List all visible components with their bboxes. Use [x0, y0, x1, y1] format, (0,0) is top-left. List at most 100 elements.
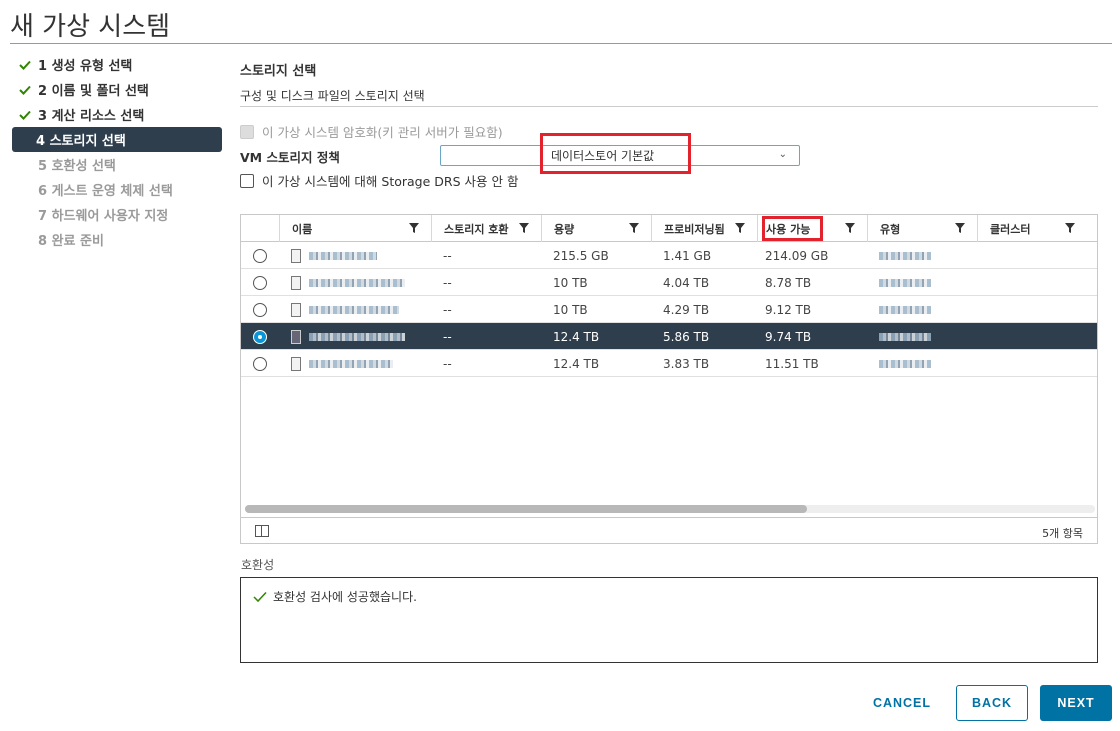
cell-compat: --	[443, 302, 452, 317]
cell-free: 11.51 TB	[765, 356, 819, 371]
compatibility-message: 호환성 검사에 성공했습니다.	[253, 588, 417, 605]
step-label: 3 계산 리소스 선택	[38, 109, 145, 124]
main-panel: 스토리지 선택 구성 및 디스크 파일의 스토리지 선택	[240, 52, 1098, 104]
table-row-selected[interactable]: -- 12.4 TB 5.86 TB 9.74 TB	[241, 323, 1097, 350]
datastore-grid: 이름 스토리지 호환 용량 프로비저닝됨 사용 가능 유형 클러스터 -- 21…	[240, 214, 1098, 544]
item-count: 5개 항목	[1042, 527, 1083, 540]
filter-icon[interactable]	[955, 223, 965, 233]
cell-provisioned: 4.04 TB	[663, 275, 710, 290]
compatibility-text: 호환성 검사에 성공했습니다.	[273, 590, 417, 604]
step-1[interactable]: 1 생성 유형 선택	[12, 52, 222, 77]
check-icon	[18, 58, 32, 72]
title-divider	[10, 43, 1112, 44]
datastore-icon	[291, 302, 301, 317]
cell-capacity: 12.4 TB	[553, 356, 600, 371]
drs-option[interactable]: 이 가상 시스템에 대해 Storage DRS 사용 안 함	[240, 171, 518, 190]
filter-icon[interactable]	[519, 223, 529, 233]
redacted-name	[309, 305, 399, 314]
datastore-icon	[291, 275, 301, 290]
row-radio[interactable]	[253, 275, 267, 290]
section-title: 스토리지 선택	[240, 64, 317, 79]
redacted-type	[879, 251, 931, 260]
row-radio[interactable]	[253, 302, 267, 317]
cell-compat: --	[443, 329, 452, 344]
cell-provisioned: 1.41 GB	[663, 248, 712, 263]
next-button[interactable]: NEXT	[1040, 685, 1112, 721]
encrypt-checkbox	[240, 124, 254, 139]
step-2[interactable]: 2 이름 및 폴더 선택	[12, 77, 222, 102]
policy-label: VM 스토리지 정책	[240, 150, 340, 165]
cell-free: 214.09 GB	[765, 248, 829, 263]
column-provisioned[interactable]: 프로비저닝됨	[651, 215, 757, 242]
redacted-type	[879, 305, 931, 314]
column-type[interactable]: 유형	[867, 215, 977, 242]
cell-capacity: 12.4 TB	[553, 329, 600, 344]
step-label: 7 하드웨어 사용자 지정	[38, 209, 169, 224]
chevron-down-icon: ⌄	[778, 149, 787, 160]
cell-capacity: 10 TB	[553, 275, 588, 290]
cell-compat: --	[443, 275, 452, 290]
cell-capacity: 10 TB	[553, 302, 588, 317]
datastore-icon	[291, 329, 301, 344]
step-label: 5 호환성 선택	[38, 159, 116, 174]
table-row[interactable]: -- 215.5 GB 1.41 GB 214.09 GB	[241, 242, 1097, 269]
wizard-steps: 1 생성 유형 선택 2 이름 및 폴더 선택 3 계산 리소스 선택 4 스토…	[12, 52, 222, 252]
datastore-icon	[291, 248, 301, 263]
filter-icon[interactable]	[409, 223, 419, 233]
column-name[interactable]: 이름	[279, 215, 431, 242]
section-divider	[240, 106, 1098, 107]
cell-compat: --	[443, 248, 452, 263]
redacted-type	[879, 278, 931, 287]
check-icon	[18, 108, 32, 122]
table-row[interactable]: -- 10 TB 4.04 TB 8.78 TB	[241, 269, 1097, 296]
step-label: 4 스토리지 선택	[36, 134, 126, 149]
grid-footer: 5개 항목	[241, 517, 1097, 544]
encrypt-label: 이 가상 시스템 암호화(키 관리 서버가 필요함)	[262, 125, 503, 140]
filter-icon[interactable]	[735, 223, 745, 233]
redacted-name	[309, 332, 405, 341]
table-row[interactable]: -- 10 TB 4.29 TB 9.12 TB	[241, 296, 1097, 323]
column-compat[interactable]: 스토리지 호환	[431, 215, 541, 242]
back-button[interactable]: BACK	[956, 685, 1028, 721]
success-check-icon	[253, 591, 267, 602]
highlight-box-policy	[540, 133, 691, 174]
cell-compat: --	[443, 356, 452, 371]
column-capacity[interactable]: 용량	[541, 215, 651, 242]
redacted-name	[309, 359, 393, 368]
step-6: 6 게스트 운영 체제 선택	[12, 177, 222, 202]
table-row[interactable]: -- 12.4 TB 3.83 TB 11.51 TB	[241, 350, 1097, 377]
step-4[interactable]: 4 스토리지 선택	[12, 127, 222, 152]
cell-provisioned: 3.83 TB	[663, 356, 710, 371]
scrollbar-thumb[interactable]	[245, 505, 807, 513]
step-label: 6 게스트 운영 체제 선택	[38, 184, 173, 199]
header-select	[241, 215, 279, 242]
redacted-name	[309, 278, 405, 287]
drs-label: 이 가상 시스템에 대해 Storage DRS 사용 안 함	[262, 174, 519, 189]
cell-free: 8.78 TB	[765, 275, 812, 290]
step-8: 8 완료 준비	[12, 227, 222, 252]
step-5: 5 호환성 선택	[12, 152, 222, 177]
redacted-type	[879, 332, 931, 341]
filter-icon[interactable]	[629, 223, 639, 233]
check-icon	[18, 83, 32, 97]
step-label: 1 생성 유형 선택	[38, 59, 133, 74]
cancel-button[interactable]: CANCEL	[862, 685, 942, 721]
horizontal-scrollbar[interactable]	[245, 505, 1095, 513]
filter-icon[interactable]	[845, 223, 855, 233]
column-toggle-icon[interactable]	[255, 525, 269, 537]
column-cluster[interactable]: 클러스터	[977, 215, 1087, 242]
row-radio[interactable]	[253, 248, 267, 263]
compatibility-label: 호환성	[241, 558, 275, 572]
cell-free: 9.12 TB	[765, 302, 812, 317]
cell-capacity: 215.5 GB	[553, 248, 609, 263]
step-3[interactable]: 3 계산 리소스 선택	[12, 102, 222, 127]
filter-icon[interactable]	[1065, 223, 1075, 233]
compatibility-panel: 호환성 검사에 성공했습니다.	[240, 577, 1098, 663]
step-7: 7 하드웨어 사용자 지정	[12, 202, 222, 227]
redacted-name	[309, 251, 377, 260]
drs-checkbox[interactable]	[240, 173, 254, 188]
highlight-box-free-column	[762, 216, 823, 241]
cell-provisioned: 5.86 TB	[663, 329, 710, 344]
row-radio[interactable]	[253, 329, 267, 344]
row-radio[interactable]	[253, 356, 267, 371]
